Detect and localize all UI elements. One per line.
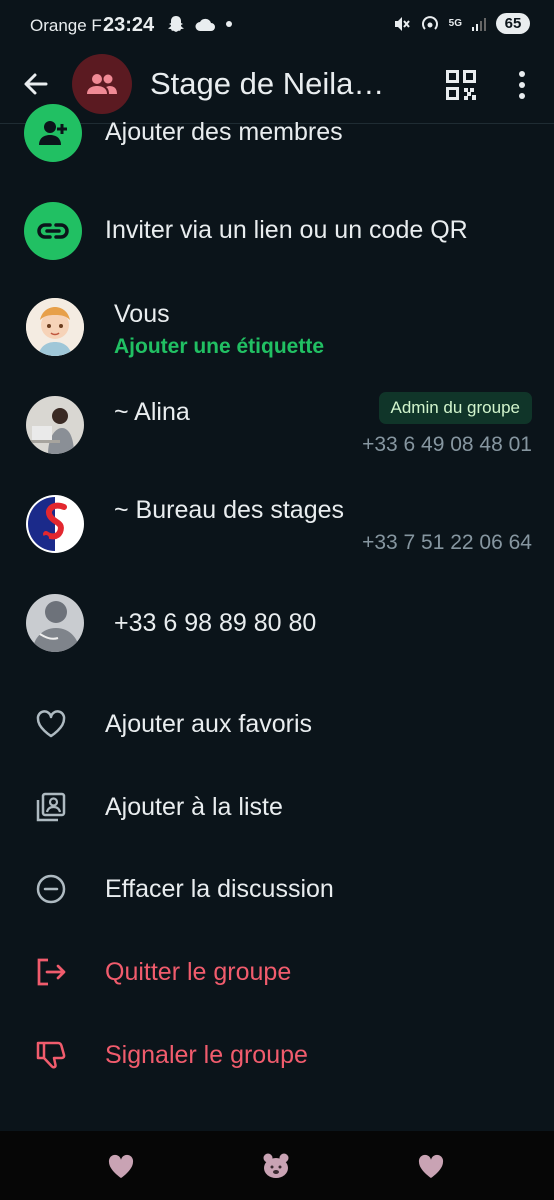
add-label-link[interactable]: Ajouter une étiquette [114, 335, 324, 359]
back-arrow-icon[interactable] [20, 68, 52, 100]
member-name: Vous [114, 300, 170, 328]
network-type: 5G [448, 17, 462, 29]
add-to-list-label: Ajouter à la liste [105, 793, 283, 821]
heart-icon [36, 710, 66, 738]
admin-badge: Admin du groupe [378, 392, 532, 424]
more-options-icon[interactable] [510, 68, 534, 102]
group-title[interactable]: Stage de Neila… [150, 66, 400, 102]
exit-icon [37, 958, 66, 986]
invite-link-label: Inviter via un lien ou un code QR [105, 216, 468, 244]
dot-icon [226, 21, 232, 27]
avatar [26, 396, 84, 454]
avatar [26, 298, 84, 356]
mute-icon [394, 16, 410, 31]
hotspot-icon [421, 15, 438, 30]
chat-info-header: Stage de Neila… [0, 52, 554, 124]
thumbs-down-icon [36, 1041, 66, 1069]
avatar [26, 495, 84, 553]
link-icon [24, 202, 82, 260]
recents-nav-icon[interactable] [416, 1151, 446, 1181]
system-icons: 5G 65 [393, 13, 530, 34]
member-name: ~ Alina [114, 398, 190, 426]
system-nav-bar [0, 1131, 554, 1200]
avatar [26, 594, 84, 652]
cloud-icon [195, 18, 215, 31]
status-bar: Orange F 23:24 5G 65 [0, 0, 554, 52]
exit-group-label: Quitter le groupe [105, 958, 292, 986]
carrier-label: Orange F [30, 16, 102, 35]
home-nav-icon[interactable] [261, 1151, 291, 1181]
contact-list-icon [36, 792, 66, 822]
back-nav-icon[interactable] [106, 1151, 136, 1181]
member-name: ~ Bureau des stages [114, 496, 345, 524]
add-members-label: Ajouter des membres [105, 118, 343, 146]
minus-circle-icon [36, 874, 66, 904]
group-icon [87, 74, 117, 94]
snapchat-icon [168, 16, 184, 32]
clear-chat-label: Effacer la discussion [105, 875, 334, 903]
signal-icon [472, 17, 486, 31]
member-phone: +33 6 49 08 48 01 [362, 433, 532, 456]
add-person-icon [24, 104, 82, 162]
member-phone: +33 7 51 22 06 64 [362, 531, 532, 554]
add-to-favorites-label: Ajouter aux favoris [105, 710, 313, 738]
qr-code-icon[interactable] [446, 70, 476, 100]
clock: 23:24 [103, 14, 155, 36]
group-avatar[interactable] [72, 54, 132, 114]
notification-icons [166, 14, 234, 34]
battery-level: 65 [496, 13, 530, 34]
report-group-label: Signaler le groupe [105, 1041, 308, 1069]
member-name: +33 6 98 89 80 80 [114, 609, 317, 637]
